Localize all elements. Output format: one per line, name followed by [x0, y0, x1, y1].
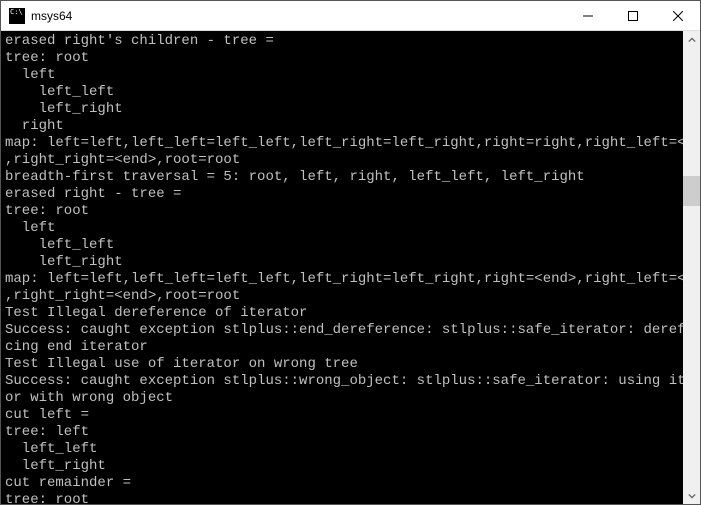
vertical-scrollbar[interactable] — [683, 31, 700, 504]
maximize-icon — [628, 11, 638, 21]
chevron-down-icon — [688, 492, 696, 500]
close-button[interactable] — [655, 1, 700, 30]
window-controls — [565, 1, 700, 30]
terminal-output[interactable]: erased right's children - tree = tree: r… — [1, 31, 683, 504]
minimize-button[interactable] — [565, 1, 610, 30]
window-title: msys64 — [31, 9, 72, 23]
scroll-up-button[interactable] — [683, 31, 700, 48]
minimize-icon — [583, 11, 593, 21]
content-area: erased right's children - tree = tree: r… — [1, 31, 700, 504]
chevron-up-icon — [688, 36, 696, 44]
window-frame: msys64 erased right's children - tree = … — [0, 0, 701, 505]
scrollbar-thumb[interactable] — [683, 176, 700, 206]
scroll-down-button[interactable] — [683, 487, 700, 504]
app-icon — [9, 8, 25, 24]
titlebar[interactable]: msys64 — [1, 1, 700, 31]
maximize-button[interactable] — [610, 1, 655, 30]
close-icon — [673, 11, 683, 21]
